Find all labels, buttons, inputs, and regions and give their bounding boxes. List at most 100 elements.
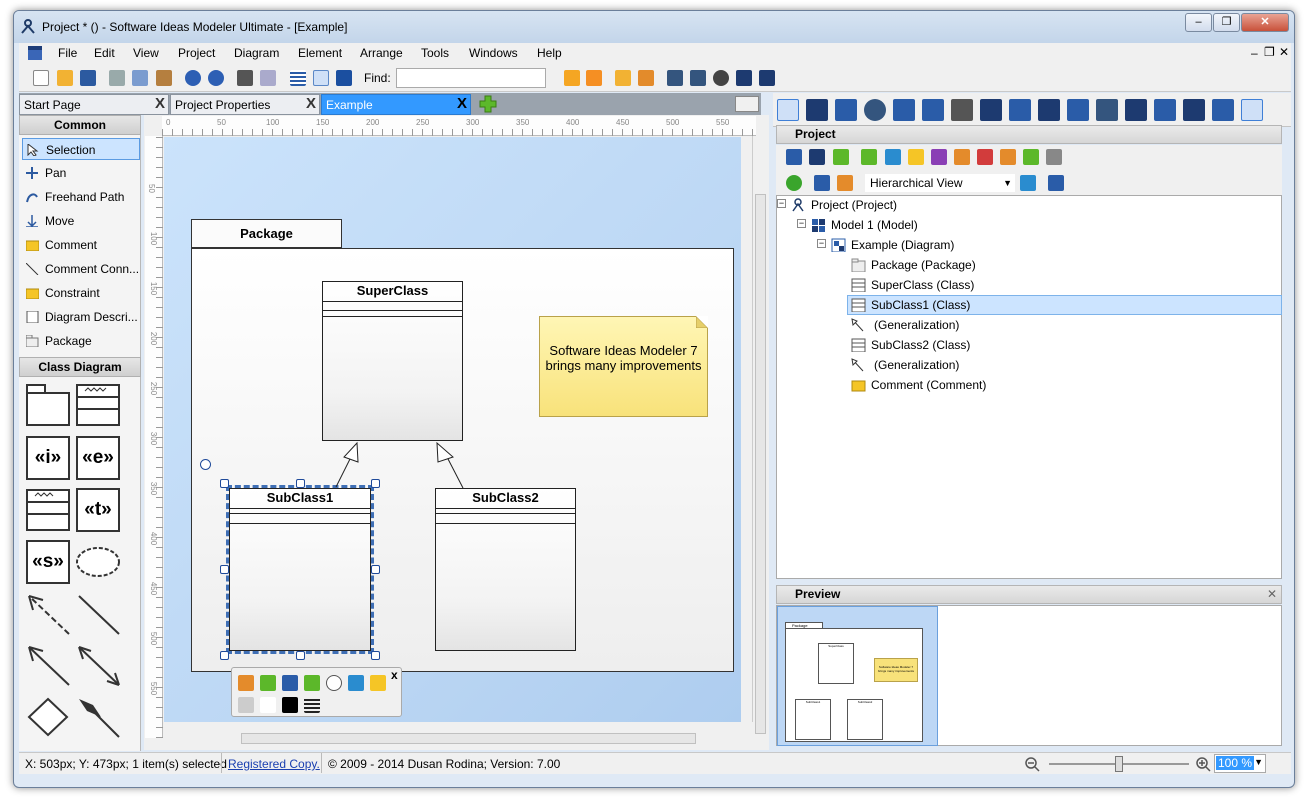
template-shape-icon[interactable]: «t» bbox=[76, 488, 120, 532]
resize-handle[interactable] bbox=[220, 565, 229, 574]
scroll-thumb[interactable] bbox=[755, 194, 766, 734]
background-color-icon[interactable] bbox=[260, 697, 276, 713]
preview-pane[interactable]: Package SuperClass SubClass1 SubClass2 S… bbox=[776, 605, 1282, 746]
project-tool-icon[interactable] bbox=[833, 149, 849, 165]
collapse-all-icon[interactable] bbox=[814, 175, 830, 191]
menu-diagram[interactable]: Diagram bbox=[234, 46, 279, 60]
bidirectional-arrow-icon[interactable] bbox=[75, 643, 121, 687]
diagram-type-icon-2[interactable] bbox=[806, 99, 828, 121]
info-icon[interactable] bbox=[336, 70, 352, 86]
comment-note[interactable]: Software Ideas Modeler 7 brings many imp… bbox=[539, 316, 708, 417]
view-mode-select[interactable]: Hierarchical View ▼ bbox=[864, 173, 1016, 193]
signal-shape-icon[interactable]: «s» bbox=[26, 540, 70, 584]
distribute-icon[interactable] bbox=[690, 70, 706, 86]
expand-toggle[interactable]: − bbox=[777, 199, 786, 208]
layers-icon[interactable] bbox=[736, 70, 752, 86]
paste-icon[interactable] bbox=[156, 70, 172, 86]
generalization-arrow-icon[interactable] bbox=[25, 643, 71, 687]
scroll-thumb[interactable] bbox=[241, 733, 696, 744]
expand-all-icon[interactable] bbox=[837, 175, 853, 191]
diagram-type-icon-10[interactable] bbox=[1038, 99, 1060, 121]
superclass-element[interactable]: SuperClass bbox=[322, 281, 463, 441]
resize-handle[interactable] bbox=[296, 479, 305, 488]
preview-close-icon[interactable]: ✕ bbox=[1267, 586, 1277, 603]
project-tool-icon[interactable] bbox=[908, 149, 924, 165]
zoom-in-icon[interactable] bbox=[1195, 756, 1211, 772]
redo-icon[interactable] bbox=[208, 70, 224, 86]
sort-icon[interactable] bbox=[1048, 175, 1064, 191]
menu-element[interactable]: Element bbox=[298, 46, 342, 60]
quick-toolbar-close-icon[interactable]: x bbox=[391, 668, 398, 682]
refresh-icon[interactable] bbox=[786, 175, 802, 191]
open-icon[interactable] bbox=[57, 70, 73, 86]
line-color-icon[interactable] bbox=[282, 697, 298, 713]
canvas-horizontal-scrollbar[interactable] bbox=[164, 730, 752, 746]
print-preview-icon[interactable] bbox=[260, 70, 276, 86]
tree-item-diagram[interactable]: Example (Diagram) bbox=[831, 237, 954, 253]
add-operation-icon[interactable] bbox=[260, 675, 276, 691]
app-menu-icon[interactable] bbox=[27, 45, 43, 61]
resize-handle[interactable] bbox=[371, 565, 380, 574]
undo-icon[interactable] bbox=[185, 70, 201, 86]
enumeration-shape-icon[interactable]: «e» bbox=[76, 436, 120, 480]
project-tool-icon[interactable] bbox=[885, 149, 901, 165]
generalization-line-2[interactable] bbox=[446, 456, 464, 489]
project-tool-icon[interactable] bbox=[977, 149, 993, 165]
project-tool-icon[interactable] bbox=[1000, 149, 1016, 165]
database-icon[interactable] bbox=[1212, 99, 1234, 121]
circle-icon[interactable] bbox=[326, 675, 342, 691]
layout-icon[interactable] bbox=[759, 70, 775, 86]
snap-icon[interactable] bbox=[313, 70, 329, 86]
registered-copy-link[interactable]: Registered Copy. bbox=[228, 757, 320, 771]
mdi-close-icon[interactable]: ✕ bbox=[1279, 45, 1289, 59]
datatype-shape-icon[interactable] bbox=[25, 488, 71, 532]
diagram-type-icon-7[interactable] bbox=[951, 99, 973, 121]
tool-freehand-path[interactable]: Freehand Path bbox=[22, 186, 140, 208]
settings-icon[interactable] bbox=[713, 70, 729, 86]
ungroup-icon[interactable] bbox=[638, 70, 654, 86]
tree-item-generalization-2[interactable]: (Generalization) bbox=[851, 357, 959, 373]
usecase-shape-icon[interactable] bbox=[75, 540, 121, 584]
tool-move[interactable]: Move bbox=[22, 210, 140, 232]
composition-diamond-icon[interactable] bbox=[75, 695, 121, 739]
add-member-icon[interactable] bbox=[282, 675, 298, 691]
toolbox-common-header[interactable]: Common bbox=[19, 115, 141, 135]
menu-windows[interactable]: Windows bbox=[469, 46, 518, 60]
filter-icon[interactable] bbox=[1020, 175, 1036, 191]
tab-close-icon[interactable]: X bbox=[306, 95, 316, 112]
resize-handle[interactable] bbox=[296, 651, 305, 660]
print-icon[interactable] bbox=[237, 70, 253, 86]
diagram-type-icon-14[interactable] bbox=[1154, 99, 1176, 121]
project-tool-icon[interactable] bbox=[786, 149, 802, 165]
tab-example[interactable]: Example X bbox=[321, 94, 471, 115]
interface-shape-icon[interactable]: «i» bbox=[26, 436, 70, 480]
bring-front-icon[interactable] bbox=[564, 70, 580, 86]
menu-edit[interactable]: Edit bbox=[94, 46, 115, 60]
package-tab[interactable]: Package bbox=[191, 219, 342, 248]
generalization-line-1[interactable] bbox=[335, 456, 352, 488]
project-tool-icon[interactable] bbox=[809, 149, 825, 165]
tree-item-package[interactable]: Package (Package) bbox=[851, 257, 976, 273]
menu-project[interactable]: Project bbox=[178, 46, 215, 60]
add-attribute-icon[interactable] bbox=[238, 675, 254, 691]
project-tool-icon[interactable] bbox=[931, 149, 947, 165]
search-icon[interactable] bbox=[1241, 99, 1263, 121]
tree-item-superclass[interactable]: SuperClass (Class) bbox=[851, 277, 974, 293]
align-icon[interactable] bbox=[667, 70, 683, 86]
diagram-type-icon-12[interactable] bbox=[1096, 99, 1118, 121]
preview-viewport[interactable]: Package SuperClass SubClass1 SubClass2 S… bbox=[777, 606, 938, 746]
expand-toggle[interactable]: − bbox=[797, 219, 806, 228]
resize-handle[interactable] bbox=[371, 651, 380, 660]
tab-start-page[interactable]: Start Page X bbox=[19, 94, 169, 115]
resize-handle[interactable] bbox=[371, 479, 380, 488]
tree-item-subclass2[interactable]: SubClass2 (Class) bbox=[851, 337, 970, 353]
tree-item-subclass1[interactable]: SubClass1 (Class) bbox=[851, 297, 970, 313]
cut-icon[interactable] bbox=[109, 70, 125, 86]
realization-arrow-icon[interactable] bbox=[25, 592, 71, 636]
subclass2-element[interactable]: SubClass2 bbox=[435, 488, 576, 651]
resize-handle[interactable] bbox=[220, 479, 229, 488]
new-icon[interactable] bbox=[33, 70, 49, 86]
connect-icon[interactable] bbox=[348, 675, 364, 691]
group-icon[interactable] bbox=[615, 70, 631, 86]
tool-package[interactable]: Package bbox=[22, 330, 140, 352]
